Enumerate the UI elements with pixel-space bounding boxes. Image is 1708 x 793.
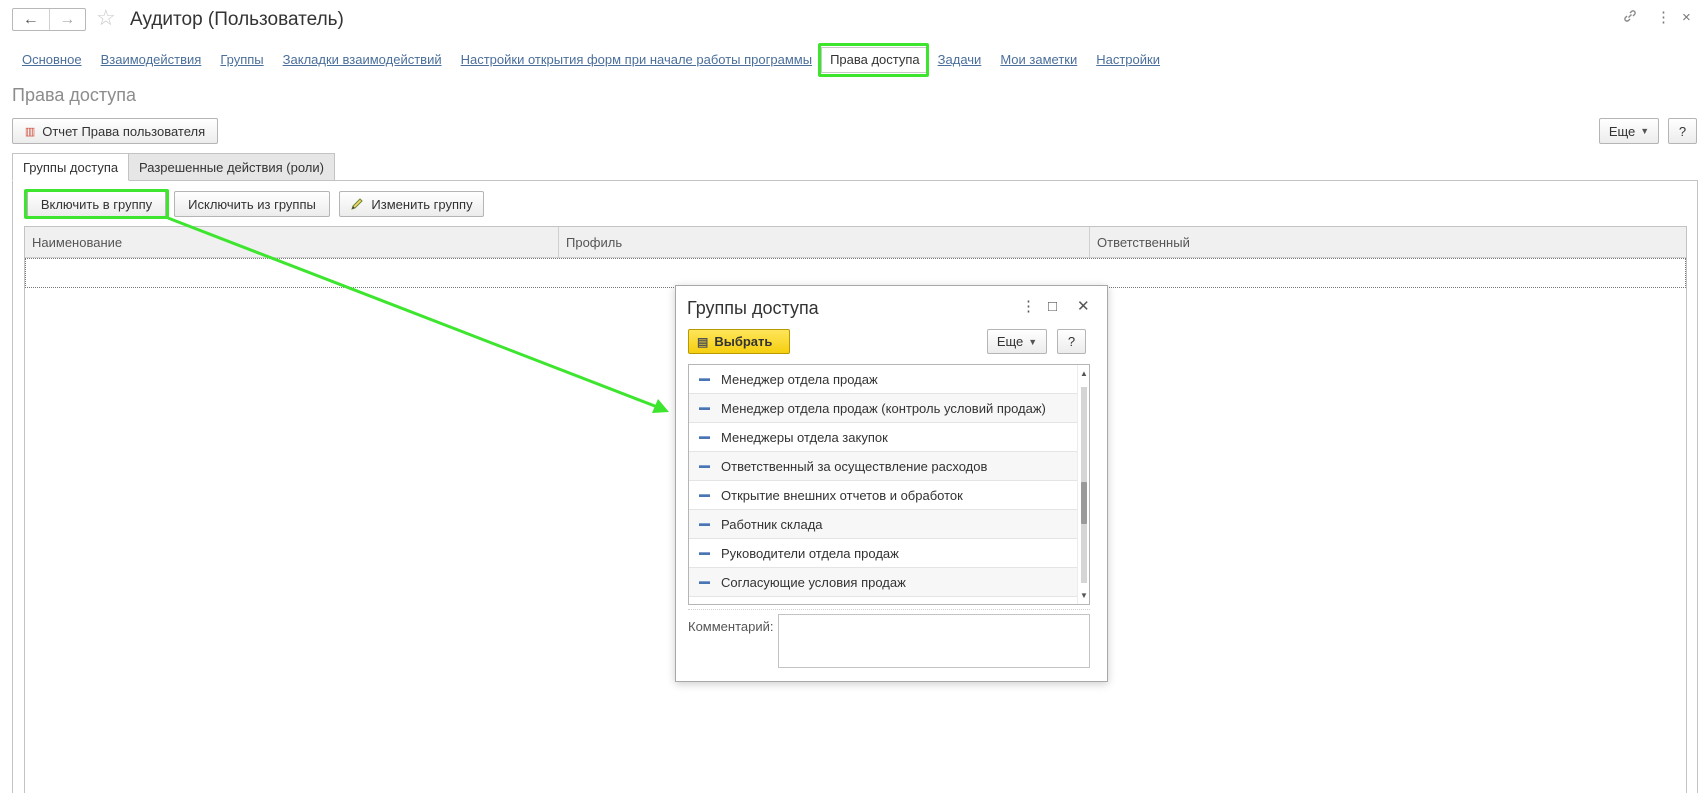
group-icon	[699, 464, 710, 468]
list-item-label: Менеджер отдела продаж	[721, 371, 878, 387]
column-header-profile[interactable]: Профиль	[559, 227, 1090, 257]
user-rights-report-label: Отчет Права пользователя	[42, 123, 206, 139]
more-actions-icon[interactable]: ⋮	[1656, 8, 1671, 28]
chevron-down-icon: ▼	[1640, 126, 1650, 136]
highlight-frame-access-rights	[818, 43, 929, 77]
change-group-button[interactable]: Изменить группу	[339, 191, 484, 217]
column-header-responsible[interactable]: Ответственный	[1090, 227, 1686, 257]
list-item[interactable]: Работник склада	[689, 510, 1078, 539]
access-groups-list[interactable]: Менеджер отдела продаж Менеджер отдела п…	[688, 364, 1090, 605]
section-link-groups[interactable]: Группы	[220, 51, 263, 69]
section-link-my-notes[interactable]: Мои заметки	[1000, 51, 1077, 69]
change-group-label: Изменить группу	[371, 196, 473, 212]
group-icon	[699, 406, 710, 410]
section-link-settings[interactable]: Настройки	[1096, 51, 1160, 69]
list-item-label: Менеджеры отдела закупок	[721, 429, 888, 445]
group-icon	[699, 377, 710, 381]
comment-label: Комментарий:	[688, 619, 774, 634]
group-icon	[699, 551, 710, 555]
maximize-icon[interactable]: □	[1048, 298, 1057, 316]
group-icon	[699, 435, 710, 439]
list-item-label: Менеджер отдела продаж (контроль условий…	[721, 400, 1046, 416]
dialog-more-icon[interactable]: ⋮	[1021, 298, 1036, 316]
select-button[interactable]: ▤ Выбрать	[688, 329, 790, 354]
form-title: Права доступа	[12, 85, 137, 105]
pencil-icon	[350, 197, 364, 211]
list-item[interactable]: Открытие внешних отчетов и обработок	[689, 481, 1078, 510]
dialog-more-button[interactable]: Еще ▼	[987, 329, 1047, 354]
table-header: Наименование Профиль Ответственный	[25, 227, 1686, 258]
list-item-label: Согласующие условия продаж	[721, 574, 906, 590]
section-link-tasks[interactable]: Задачи	[938, 51, 982, 69]
report-icon: ▥	[24, 125, 36, 138]
list-item-label: Ответственный за осуществление расходов	[721, 458, 988, 474]
list-item[interactable]: Менеджер отдела продаж	[689, 365, 1078, 394]
dialog-separator	[688, 609, 1090, 610]
section-link-main[interactable]: Основное	[22, 51, 82, 69]
section-nav: Основное Взаимодействия Группы Закладки …	[22, 47, 1179, 73]
select-button-label: Выбрать	[714, 334, 773, 349]
dialog-help-button[interactable]: ?	[1057, 329, 1086, 354]
scroll-thumb[interactable]	[1081, 482, 1087, 524]
list-item[interactable]: Менеджер отдела продаж (контроль условий…	[689, 394, 1078, 423]
help-button[interactable]: ?	[1668, 118, 1697, 144]
list-item-label: Работник склада	[721, 516, 823, 532]
tab-access-groups[interactable]: Группы доступа	[12, 153, 130, 181]
back-arrow-icon[interactable]: ←	[13, 9, 49, 30]
section-link-interactions[interactable]: Взаимодействия	[101, 51, 202, 69]
group-icon	[699, 493, 710, 497]
user-rights-report-button[interactable]: ▥ Отчет Права пользователя	[12, 118, 218, 144]
chevron-down-icon: ▼	[1028, 336, 1038, 347]
select-icon: ▤	[697, 334, 709, 349]
list-item[interactable]: Руководители отдела продаж	[689, 539, 1078, 568]
dialog-close-icon[interactable]: ✕	[1077, 298, 1090, 316]
comment-field[interactable]	[778, 614, 1090, 668]
favorite-star-icon[interactable]: ☆	[96, 6, 116, 30]
dialog-title: Группы доступа	[687, 298, 819, 318]
list-item[interactable]: Менеджеры отдела закупок	[689, 423, 1078, 452]
forward-arrow-icon[interactable]: →	[48, 9, 86, 30]
highlight-frame-include	[24, 189, 169, 219]
column-header-name[interactable]: Наименование	[25, 227, 559, 257]
list-item[interactable]: Ответственный за осуществление расходов	[689, 452, 1078, 481]
section-link-interaction-bookmarks[interactable]: Закладки взаимодействий	[283, 51, 442, 69]
scroll-down-icon[interactable]: ▼	[1078, 591, 1089, 600]
tab-allowed-actions[interactable]: Разрешенные действия (роли)	[128, 153, 335, 181]
section-link-form-open-settings[interactable]: Настройки открытия форм при начале работ…	[461, 51, 812, 69]
more-button-label: Еще	[1608, 123, 1636, 139]
list-item-label: Руководители отдела продаж	[721, 545, 899, 561]
exclude-from-group-button[interactable]: Исключить из группы	[174, 191, 330, 217]
group-icon	[699, 580, 710, 584]
table-row[interactable]	[25, 258, 1686, 288]
dialog-more-label: Еще	[996, 334, 1024, 349]
list-item[interactable]: Согласующие условия продаж	[689, 568, 1078, 597]
scroll-up-icon[interactable]: ▲	[1078, 369, 1089, 378]
group-icon	[699, 522, 710, 526]
list-scrollbar[interactable]: ▲ ▼	[1077, 365, 1089, 604]
close-icon[interactable]: ×	[1682, 8, 1691, 28]
history-nav: ← →	[12, 8, 86, 31]
more-button[interactable]: Еще ▼	[1599, 118, 1659, 144]
access-groups-dialog: Группы доступа ⋮ □ ✕ ▤ Выбрать Еще ▼ ? М…	[675, 285, 1108, 682]
window-title: Аудитор (Пользователь)	[130, 9, 344, 30]
list-item-label: Открытие внешних отчетов и обработок	[721, 487, 963, 503]
link-icon[interactable]	[1622, 8, 1638, 29]
